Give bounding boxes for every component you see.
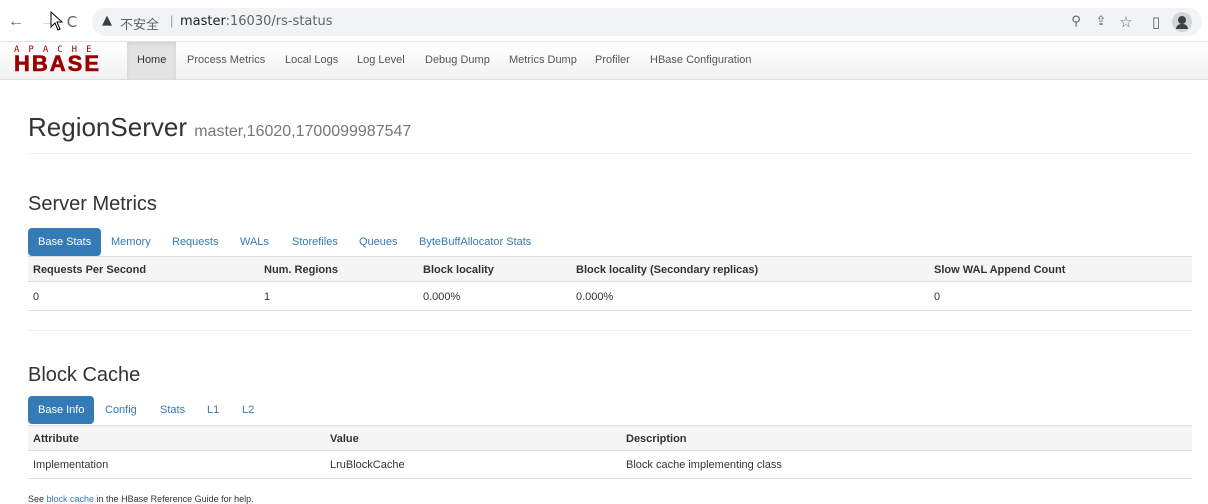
column-header: Block locality (Secondary replicas) <box>576 264 759 276</box>
table-cell: 0 <box>934 291 941 303</box>
tab-memory[interactable]: Memory <box>101 228 161 256</box>
page-subtitle: master,16020,1700099987547 <box>194 123 412 140</box>
tab-queues[interactable]: Queues <box>349 228 408 256</box>
block-cache-table-header: Attribute Value Description <box>28 425 1192 451</box>
table-cell: 0.000% <box>576 291 614 303</box>
footnote-suffix: in the HBase Reference Guide for help. <box>94 494 254 504</box>
tab-base-info[interactable]: Base Info <box>28 396 95 424</box>
help-footnote: See block cache in the HBase Reference G… <box>28 494 254 504</box>
top-navbar: APACHE HBASE Home Process Metrics Local … <box>0 42 1208 80</box>
reload-icon[interactable]: C <box>62 12 82 32</box>
nav-metrics-dump[interactable]: Metrics Dump <box>499 42 587 79</box>
tab-base-stats[interactable]: Base Stats <box>28 228 102 256</box>
side-panel-icon[interactable]: ▯ <box>1147 13 1165 31</box>
table-cell: 0 <box>33 291 40 303</box>
browser-toolbar: ← → C ▲ 不安全 | master:16030/rs-status ⚲ ⇪… <box>0 0 1208 42</box>
tab-storefiles[interactable]: Storefiles <box>282 228 348 256</box>
address-separator: | <box>170 13 174 28</box>
profile-avatar-icon[interactable] <box>1172 12 1192 32</box>
server-metrics-title: Server Metrics <box>28 193 157 215</box>
column-header: Requests Per Second <box>33 264 147 276</box>
share-icon[interactable]: ⇪ <box>1092 13 1110 31</box>
block-cache-title: Block Cache <box>28 364 141 386</box>
logo-hbase-text: HBASE <box>14 51 102 76</box>
column-header: Slow WAL Append Count <box>934 264 1066 276</box>
page-title: RegionServer master,16020,1700099987547 <box>28 112 411 143</box>
column-header: Block locality <box>423 264 494 276</box>
tab-bytebuffallocator-stats[interactable]: ByteBuffAllocator Stats <box>409 228 541 256</box>
column-header: Description <box>626 433 687 445</box>
url-path: :16030/rs-status <box>225 14 333 29</box>
table-cell: 0.000% <box>423 291 461 303</box>
table-row: 0 1 0.000% 0.000% 0 <box>28 283 1192 311</box>
tab-l1[interactable]: L1 <box>197 396 229 424</box>
table-cell: Implementation <box>33 459 109 471</box>
nav-local-logs[interactable]: Local Logs <box>275 42 348 79</box>
table-cell: Block cache implementing class <box>626 459 782 471</box>
column-header: Value <box>330 433 359 445</box>
table-row: Implementation LruBlockCache Block cache… <box>28 451 1192 479</box>
divider <box>28 330 1192 331</box>
tab-wals[interactable]: WALs <box>230 228 279 256</box>
insecure-label[interactable]: 不安全 <box>120 14 159 33</box>
bookmark-star-icon[interactable]: ☆ <box>1117 13 1135 31</box>
divider <box>28 153 1192 154</box>
footnote-prefix: See <box>28 494 47 504</box>
nav-log-level[interactable]: Log Level <box>347 42 415 79</box>
zoom-icon[interactable]: ⚲ <box>1067 13 1085 31</box>
table-cell: 1 <box>264 291 271 303</box>
mouse-cursor-icon <box>50 11 64 31</box>
back-arrow-icon[interactable]: ← <box>6 12 26 32</box>
nav-home[interactable]: Home <box>127 42 177 79</box>
server-metrics-table-header: Requests Per Second Num. Regions Block l… <box>28 256 1192 282</box>
column-header: Num. Regions <box>264 264 338 276</box>
block-cache-help-link[interactable]: block cache <box>47 494 95 504</box>
address-bar[interactable]: ▲ 不安全 | master:16030/rs-status ⚲ ⇪ ☆ ▯ <box>92 8 1202 36</box>
nav-process-metrics[interactable]: Process Metrics <box>177 42 275 79</box>
tab-requests[interactable]: Requests <box>162 228 228 256</box>
url-text[interactable]: master:16030/rs-status <box>180 14 333 29</box>
nav-profiler[interactable]: Profiler <box>585 42 640 79</box>
tab-config[interactable]: Config <box>95 396 147 424</box>
tab-stats[interactable]: Stats <box>150 396 195 424</box>
lrublockcache-link[interactable]: LruBlockCache <box>330 451 405 478</box>
tab-l2[interactable]: L2 <box>232 396 264 424</box>
warning-icon[interactable]: ▲ <box>102 13 112 28</box>
page-title-main: RegionServer <box>28 112 187 142</box>
url-host: master <box>180 14 226 29</box>
nav-hbase-configuration[interactable]: HBase Configuration <box>640 42 762 79</box>
apache-hbase-logo[interactable]: APACHE HBASE <box>14 45 118 77</box>
nav-debug-dump[interactable]: Debug Dump <box>415 42 500 79</box>
column-header: Attribute <box>33 433 79 445</box>
